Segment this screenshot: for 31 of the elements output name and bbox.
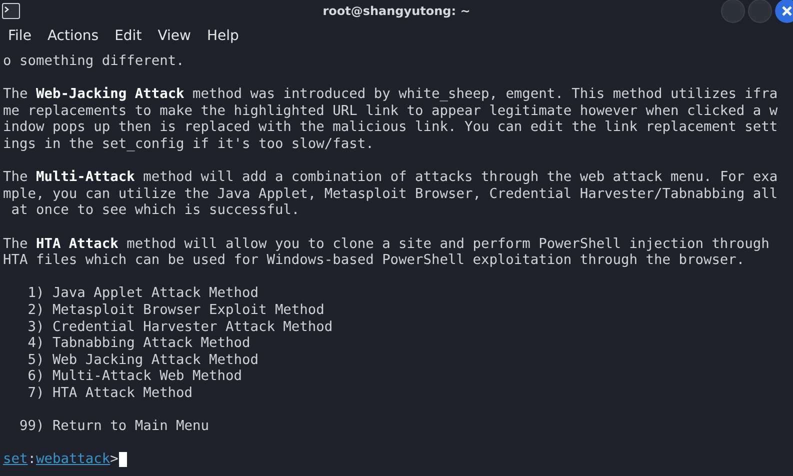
terminal-line: ings in the set_config if it's too slow/fast. [3,136,374,153]
terminal-line: at once to see which is successful. [10,202,300,219]
window-title: root@shangyutong: ~ [322,4,470,18]
terminal-icon[interactable] [2,3,20,19]
menu-item[interactable]: Edit [106,28,150,44]
menu-option: 3) Credential Harvester Attack Method [3,318,333,336]
terminal-line: The HTA Attack method will allow you to clone a site and perform PowerShell injection through [3,236,770,252]
prompt-context: webattack [36,451,110,468]
menu-option: 99) Return to Main Menu [3,418,210,435]
terminal-line: The Multi-Attack method will add a combination of attacks through the web attack menu. For exa [3,169,778,186]
terminal-line: mple, you can utilize the Java Applet, Metasploit Browser, Credential Harvester/Tabnabbing all [3,186,778,202]
menu-option: 7) HTA Attack Method [3,384,193,402]
text-cursor [119,452,128,468]
menu-item[interactable]: File [0,28,40,44]
menu-option: 2) Metasploit Browser Exploit Method [3,302,324,318]
prompt-symbol: > [110,451,118,468]
menu-option: 1) Java Applet Attack Method [3,285,258,302]
menu-item[interactable]: View [150,28,199,44]
menu-option: 5) Web Jacking Attack Method [3,352,258,368]
terminal-line: HTA files which can be used for Windows-based PowerShell exploitation through the browser. [3,252,745,269]
menu-item[interactable]: Help [198,28,247,44]
terminal-line: me replacements to make the highlighted URL link to appear legitimate however when clicked a w [3,102,778,120]
prompt-separator: : [28,451,36,468]
terminal-line: o something different. [3,53,184,70]
prompt-module: set [3,451,28,468]
menu-option: 6) Multi-Attack Web Method [3,368,242,385]
close-button[interactable] [775,0,793,23]
terminal-line: The Web-Jacking Attack method was introduced by white_sheep, emgent. This method utilizes ifra [3,86,778,103]
menu-option: 4) Tabnabbing Attack Method [3,335,250,352]
terminal-line: indow pops up then is replaced with the malicious link. You can edit the link replacement sett [3,119,778,136]
menu-item[interactable]: Actions [39,28,107,44]
